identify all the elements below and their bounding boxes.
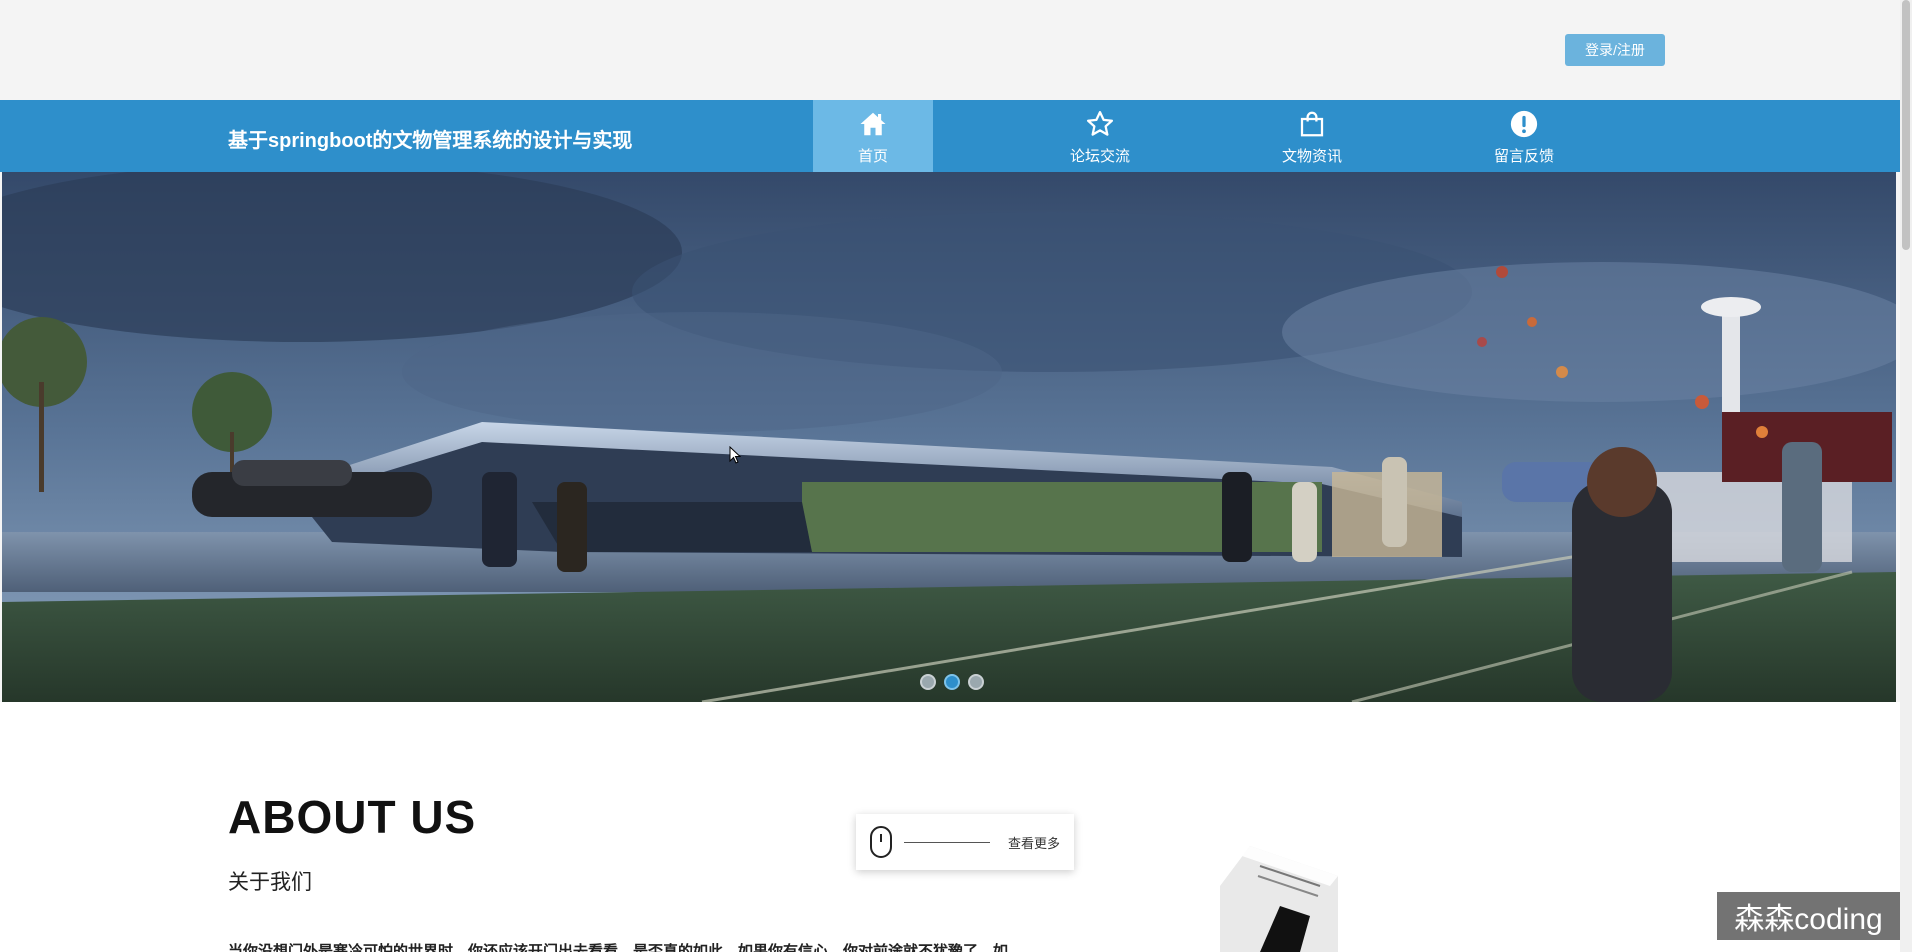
home-icon [860, 112, 886, 136]
nav-item-relic-news[interactable]: 文物资讯 [1260, 100, 1364, 172]
carousel-indicators [920, 674, 984, 690]
site-title: 基于springboot的文物管理系统的设计与实现 [228, 130, 633, 152]
scrollbar-thumb[interactable] [1902, 0, 1910, 250]
top-bar: 登录/注册 [0, 0, 1900, 100]
book-image [1220, 846, 1338, 952]
nav-item-feedback[interactable]: 留言反馈 [1472, 100, 1576, 172]
login-register-button[interactable]: 登录/注册 [1565, 34, 1665, 66]
nav-item-label: 论坛交流 [1069, 148, 1130, 165]
star-icon [1087, 111, 1113, 136]
view-more-label: 查看更多 [1008, 835, 1061, 851]
shopping-bag-icon [1300, 111, 1324, 137]
about-subtitle: 关于我们 [228, 871, 312, 894]
nav-item-label: 留言反馈 [1493, 148, 1554, 165]
view-more-button[interactable]: 查看更多 [856, 814, 1074, 870]
nav-item-label: 首页 [857, 148, 888, 165]
nav-item-home[interactable]: 首页 [813, 100, 933, 172]
mouse-cursor-icon [729, 446, 741, 464]
navigation-bar: 基于springboot的文物管理系统的设计与实现 首页 论坛交流 文物资讯 留… [0, 100, 1900, 172]
watermark: 森森coding [1717, 892, 1900, 940]
about-title: ABOUT US [228, 791, 477, 843]
banner-carousel[interactable] [2, 172, 1896, 702]
carousel-dot-3[interactable] [968, 674, 984, 690]
nav-item-forum[interactable]: 论坛交流 [1048, 100, 1152, 172]
vertical-scrollbar[interactable] [1900, 0, 1912, 952]
divider-line [904, 841, 990, 843]
nav-item-label: 文物资讯 [1281, 148, 1342, 165]
mouse-icon [870, 826, 892, 858]
exclamation-circle-icon [1510, 110, 1538, 138]
about-text: 当你没想门外是寒冷可怕的世界时，你还应该开门出去看看，是否真的如此。如果你有信心… [228, 943, 1009, 952]
banner-image [2, 172, 1896, 702]
carousel-dot-2[interactable] [944, 674, 960, 690]
carousel-dot-1[interactable] [920, 674, 936, 690]
